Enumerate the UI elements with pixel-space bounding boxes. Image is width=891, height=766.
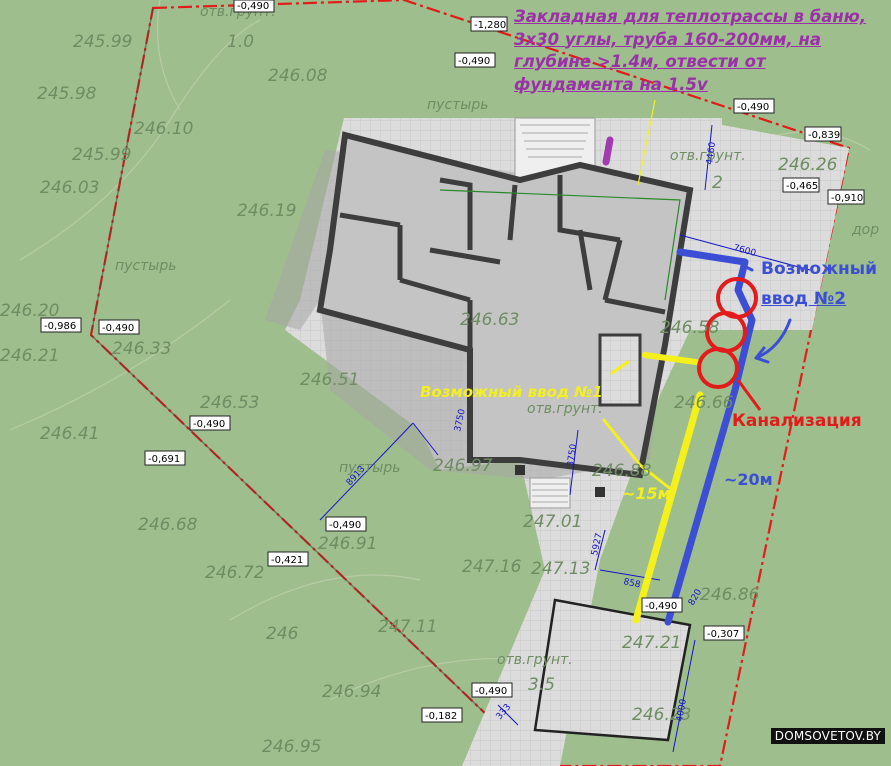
svg-text:-0,182: -0,182 xyxy=(425,711,457,722)
elevation-label: 247.13 xyxy=(531,559,590,579)
elevation-label: 246.94 xyxy=(322,682,381,702)
note-marker xyxy=(602,136,614,166)
elevation-label: 246.66 xyxy=(674,393,734,413)
elevation-label: 2 xyxy=(712,173,723,193)
level-tag: -0,691 xyxy=(144,450,186,466)
elevation-label: 246.53 xyxy=(200,393,259,413)
svg-text:-0,490: -0,490 xyxy=(737,102,769,113)
terrain-label: отв.грунт. xyxy=(497,652,573,668)
entry-1-label: Возможный ввод №1 xyxy=(420,383,603,401)
entry-2-label-line1: Возможный xyxy=(761,259,878,279)
elevation-label: 247.11 xyxy=(378,617,437,637)
elevation-label: 246.26 xyxy=(778,155,838,175)
elevation-label: 246 xyxy=(266,624,299,644)
sewer-well-3 xyxy=(697,347,739,389)
svg-text:-0,490: -0,490 xyxy=(329,520,361,531)
elevation-label: 246.88 xyxy=(592,461,652,481)
svg-text:-0,910: -0,910 xyxy=(831,193,863,204)
elevation-label: 246.97 xyxy=(433,456,493,476)
entry-2-label-line2: ввод №2 xyxy=(761,289,847,309)
elevation-label: 245.99 xyxy=(73,32,132,52)
yellow-distance-label: ~15м xyxy=(622,484,671,503)
elevation-label: 246.86 xyxy=(700,585,760,605)
elevation-label: 246.03 xyxy=(40,178,99,198)
heating-main-note: Закладная для теплотрассы в баню, 3х30 у… xyxy=(514,7,867,94)
blue-distance-label: ~20м xyxy=(724,470,773,489)
level-tag: -0,307 xyxy=(703,625,745,641)
terrain-label: пустырь xyxy=(427,97,488,113)
level-tag: -0,490 xyxy=(189,415,231,431)
site-plan: 245.99 1.0 246.08 245.98 246.10 245.99 2… xyxy=(0,0,891,766)
svg-text:-0,490: -0,490 xyxy=(193,419,225,430)
svg-text:-0,691: -0,691 xyxy=(148,454,180,465)
elevation-label: 247.21 xyxy=(622,633,681,653)
elevation-label: 246.41 xyxy=(40,424,99,444)
level-tag: -1,280 xyxy=(470,16,508,32)
svg-text:-0,986: -0,986 xyxy=(44,321,76,332)
level-tag: -0,986 xyxy=(40,317,82,333)
terrain-label: дор xyxy=(851,222,879,238)
elevation-label: 245.99 xyxy=(72,145,131,165)
terrain-label: пустырь xyxy=(115,258,176,274)
level-tag: -0,490 xyxy=(233,0,275,13)
level-tag: -0,490 xyxy=(733,98,775,114)
elevation-label: 3.5 xyxy=(528,675,555,695)
svg-text:-0,490: -0,490 xyxy=(102,323,134,334)
elevation-label: 246.10 xyxy=(134,119,193,139)
elevation-label: 1.0 xyxy=(227,32,254,52)
svg-text:-0,465: -0,465 xyxy=(786,181,818,192)
elevation-label: 246.58 xyxy=(660,318,720,338)
svg-text:-0,839: -0,839 xyxy=(808,130,840,141)
svg-text:-0,421: -0,421 xyxy=(271,555,303,566)
svg-text:-1,280: -1,280 xyxy=(474,20,506,31)
watermark: DOMSOVETOV.BY xyxy=(770,728,885,744)
terrain-label: пустырь xyxy=(339,460,400,476)
level-tag: -0,465 xyxy=(782,177,820,193)
elevation-label: 246.33 xyxy=(112,339,171,359)
svg-text:-0,490: -0,490 xyxy=(475,686,507,697)
sewer-label: Канализация xyxy=(732,411,862,431)
elevation-label: 246.72 xyxy=(205,563,264,583)
level-tag: -0,910 xyxy=(827,189,865,205)
elevation-label: 246.95 xyxy=(262,737,321,757)
level-tag: -0,421 xyxy=(267,551,309,567)
level-tag: -0,490 xyxy=(471,682,513,698)
elevation-label: 246.51 xyxy=(300,370,359,390)
elevation-label: 246.08 xyxy=(268,66,328,86)
svg-text:-0,490: -0,490 xyxy=(645,601,677,612)
elevation-label: 245.98 xyxy=(37,84,97,104)
svg-text:-0,490: -0,490 xyxy=(237,1,269,12)
elevation-label: 247.16 xyxy=(462,557,522,577)
svg-text:-0,490: -0,490 xyxy=(458,56,490,67)
terrain-label: отв.грунт. xyxy=(527,401,603,417)
elevation-label: 246.19 xyxy=(237,201,296,221)
svg-text:-0,307: -0,307 xyxy=(707,629,739,640)
level-tag: -0,490 xyxy=(454,52,496,68)
elevation-label: 246.91 xyxy=(318,534,377,554)
elevation-label: 246.21 xyxy=(0,346,59,366)
dimension-text: 858 xyxy=(622,577,641,590)
elevation-label: 246.68 xyxy=(138,515,198,535)
level-tag: -0,490 xyxy=(325,516,367,532)
level-tag: -0,182 xyxy=(421,707,463,723)
level-tag: -0,839 xyxy=(804,126,842,142)
elevation-label: 247.01 xyxy=(523,512,582,532)
level-tag: -0,490 xyxy=(98,319,140,335)
stairs-south xyxy=(529,477,571,509)
level-tag: -0,490 xyxy=(641,597,683,613)
elevation-label: 246.63 xyxy=(460,310,519,330)
